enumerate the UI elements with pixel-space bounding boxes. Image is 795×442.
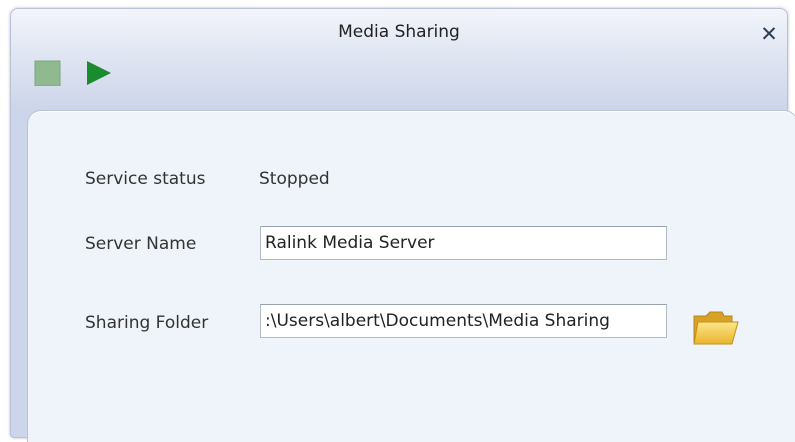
- close-button[interactable]: ✕: [756, 21, 782, 47]
- stop-button[interactable]: [33, 60, 63, 87]
- browse-folder-button[interactable]: [692, 308, 740, 348]
- settings-panel: Service status Stopped Server Name Ralin…: [27, 110, 795, 442]
- sharing-folder-label: Sharing Folder: [85, 313, 209, 333]
- stop-icon: [34, 60, 61, 87]
- server-name-label: Server Name: [85, 234, 197, 254]
- folder-icon: [693, 311, 739, 345]
- close-icon: ✕: [760, 22, 778, 46]
- service-status-value: Stopped: [259, 169, 330, 189]
- service-status-label: Service status: [85, 169, 206, 189]
- play-icon: [87, 61, 111, 85]
- window-title: Media Sharing: [338, 22, 460, 42]
- server-name-input[interactable]: Ralink Media Server: [260, 226, 667, 260]
- sharing-folder-input[interactable]: :\Users\albert\Documents\Media Sharing: [260, 304, 667, 338]
- media-sharing-window: Media Sharing ✕ Service status Stopped S…: [10, 8, 795, 442]
- play-button[interactable]: [84, 60, 114, 86]
